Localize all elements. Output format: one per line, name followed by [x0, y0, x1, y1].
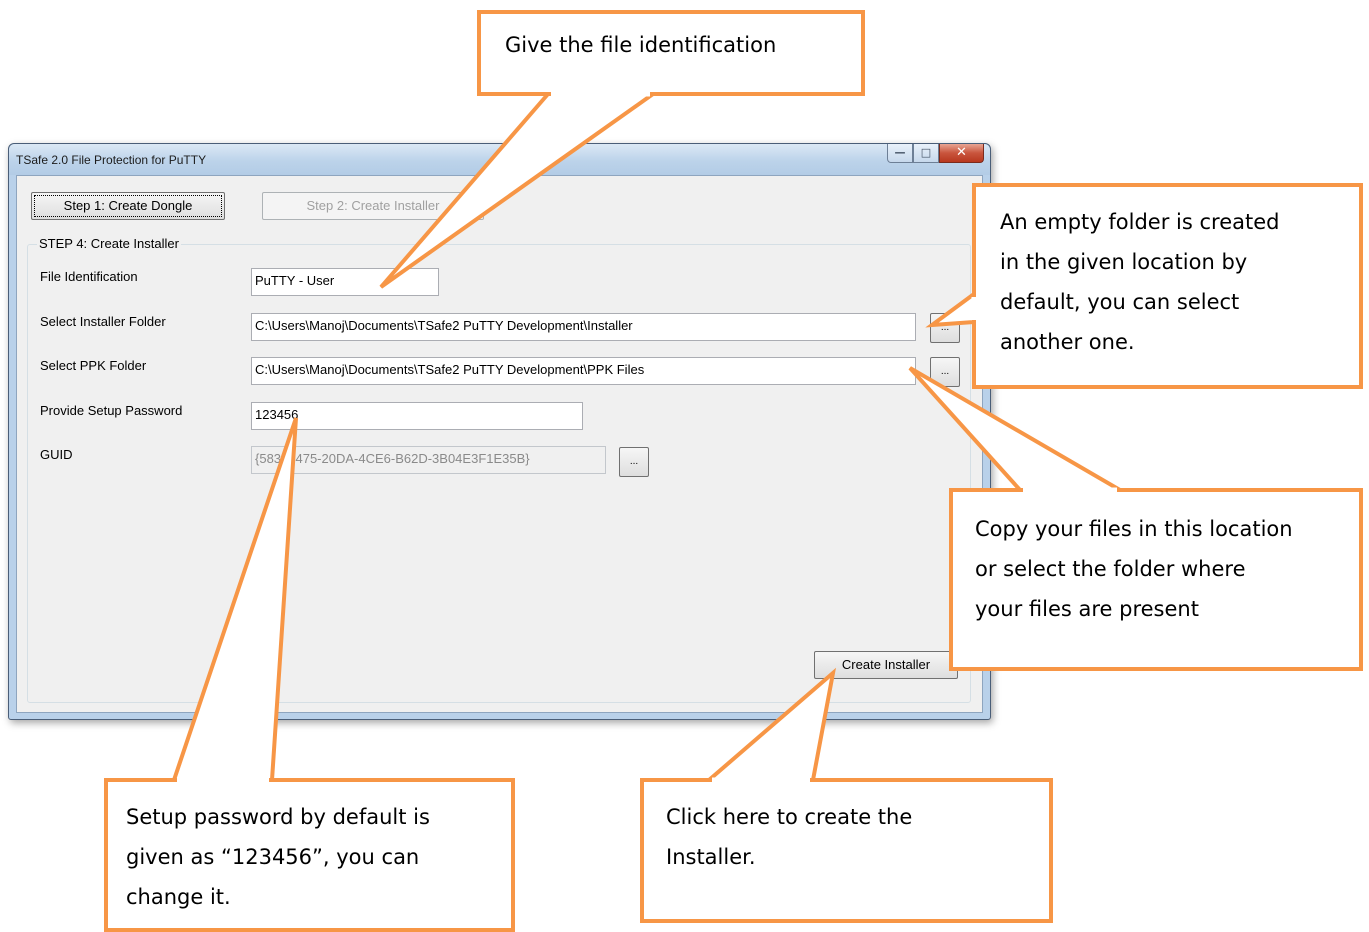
callout-setup-password: Setup password by default is given as “1…	[104, 778, 515, 932]
callout-line: Copy your files in this location	[975, 517, 1293, 541]
close-icon: ✕	[956, 145, 967, 160]
guid-label: GUID	[40, 447, 73, 462]
callout-line: Click here to create the	[666, 805, 913, 829]
file-identification-input[interactable]: PuTTY - User	[251, 268, 439, 296]
callout-line: given as “123456”, you can	[126, 844, 420, 869]
step2-create-installer-button[interactable]: Step 2: Create Installer	[262, 192, 484, 220]
callout-line: Installer.	[666, 844, 756, 869]
callout-file-identification: Give the file identification	[477, 10, 865, 96]
minimize-button[interactable]: —	[887, 144, 913, 163]
create-installer-button[interactable]: Create Installer	[814, 651, 958, 679]
installer-folder-label: Select Installer Folder	[40, 314, 166, 329]
maximize-button[interactable]: □	[913, 144, 939, 163]
close-button[interactable]: ✕	[939, 144, 984, 163]
app-window: TSafe 2.0 File Protection for PuTTY — □ …	[8, 143, 991, 720]
callout-installer-folder: An empty folder is created in the given …	[972, 183, 1363, 389]
callout-create-installer: Click here to create the Installer.	[640, 778, 1053, 923]
callout-line: Setup password by default is	[126, 805, 430, 829]
callout-line: change it.	[126, 884, 231, 909]
minimize-icon: —	[894, 146, 906, 159]
ppk-folder-browse-button[interactable]: ...	[930, 357, 960, 387]
callout-line: default, you can select	[1000, 289, 1240, 314]
ppk-folder-label: Select PPK Folder	[40, 358, 147, 373]
window-title: TSafe 2.0 File Protection for PuTTY	[16, 153, 207, 167]
guid-generate-button[interactable]: ...	[619, 447, 649, 477]
ppk-folder-input[interactable]: C:\Users\Manoj\Documents\TSafe2 PuTTY De…	[251, 357, 916, 385]
callout-line: another one.	[1000, 329, 1135, 354]
callout-line: Give the file identification	[505, 33, 777, 57]
setup-password-input[interactable]: 123456	[251, 402, 583, 430]
callout-line: your files are present	[975, 596, 1199, 621]
file-identification-label: File Identification	[40, 269, 138, 284]
guid-input: {58391475-20DA-4CE6-B62D-3B04E3F1E35B}	[251, 446, 606, 474]
title-bar[interactable]: TSafe 2.0 File Protection for PuTTY — □ …	[9, 144, 990, 175]
dialog-body: Step 1: Create Dongle Step 2: Create Ins…	[16, 175, 983, 713]
callout-line: An empty folder is created	[1000, 210, 1280, 234]
setup-password-label: Provide Setup Password	[40, 403, 183, 418]
callout-line: in the given location by	[1000, 249, 1248, 274]
maximize-icon: □	[920, 146, 932, 159]
callout-line: or select the folder where	[975, 556, 1246, 581]
step1-create-dongle-button[interactable]: Step 1: Create Dongle	[31, 192, 225, 220]
installer-folder-input[interactable]: C:\Users\Manoj\Documents\TSafe2 PuTTY De…	[251, 313, 916, 341]
installer-folder-browse-button[interactable]: ...	[930, 313, 960, 343]
group-legend: STEP 4: Create Installer	[37, 236, 181, 251]
callout-ppk-folder: Copy your files in this location or sele…	[949, 488, 1363, 671]
window-controls: — □ ✕	[887, 144, 984, 164]
